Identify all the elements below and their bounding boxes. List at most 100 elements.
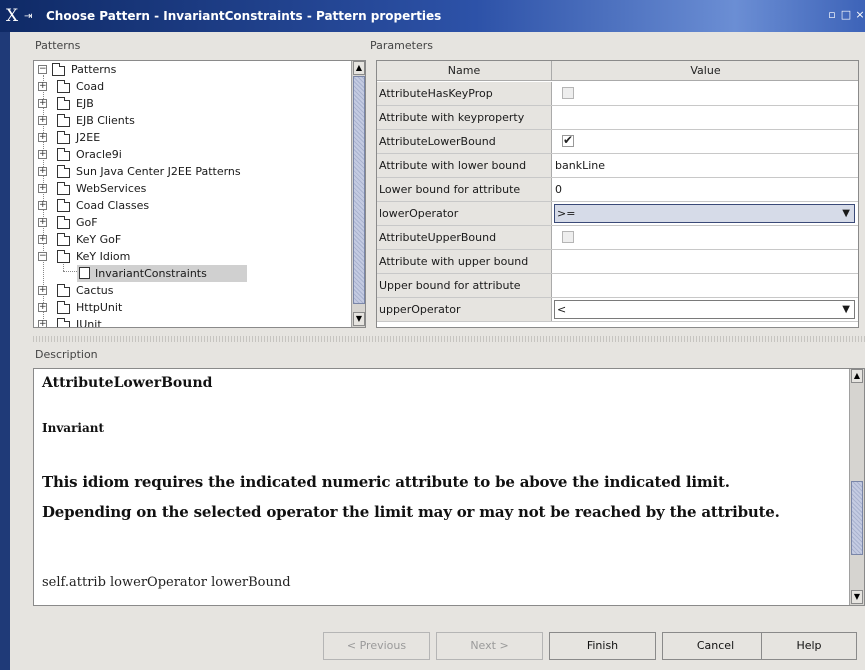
- folder-icon: [57, 131, 70, 144]
- select-value: >=: [557, 207, 576, 220]
- finish-button[interactable]: Finish: [549, 632, 656, 660]
- collapse-icon[interactable]: −: [38, 65, 47, 74]
- param-name: AttributeUpperBound: [377, 226, 552, 249]
- param-row: lowerOperator >= ▼: [377, 202, 858, 226]
- param-value-cell[interactable]: [552, 82, 858, 105]
- tree-label: HttpUnit: [76, 301, 123, 314]
- tree-label: Oracle9i: [76, 148, 122, 161]
- upper-bound-field[interactable]: [552, 274, 858, 297]
- param-name: lowerOperator: [377, 202, 552, 225]
- scroll-up-icon[interactable]: ▲: [851, 369, 863, 383]
- expand-icon[interactable]: +: [38, 235, 47, 244]
- tree-item-coad[interactable]: + Coad: [34, 78, 349, 95]
- close-icon[interactable]: ×: [854, 9, 865, 21]
- tree-root-patterns[interactable]: − Patterns: [34, 61, 349, 78]
- tree-label: EJB Clients: [76, 114, 135, 127]
- tree-label: Patterns: [71, 63, 117, 76]
- tree-item-key-idiom[interactable]: − KeY Idiom: [34, 248, 349, 265]
- tree-item-oracle9i[interactable]: + Oracle9i: [34, 146, 349, 163]
- param-row: Attribute with upper bound: [377, 250, 858, 274]
- param-name: Attribute with lower bound: [377, 154, 552, 177]
- window-menu-icon[interactable]: ⇥: [24, 11, 32, 22]
- column-header-value[interactable]: Value: [552, 61, 858, 81]
- tree-label: JUnit: [76, 318, 102, 328]
- split-pane-divider[interactable]: [33, 336, 865, 342]
- tree-item-gof[interactable]: + GoF: [34, 214, 349, 231]
- scroll-up-icon[interactable]: ▲: [353, 61, 365, 75]
- minimize-icon[interactable]: ▫: [826, 9, 838, 21]
- attribute-with-upper-bound-field[interactable]: [552, 250, 858, 273]
- tree-item-ejb[interactable]: + EJB: [34, 95, 349, 112]
- tree-label: Cactus: [76, 284, 114, 297]
- description-subtitle: Invariant: [42, 421, 105, 435]
- description-panel: AttributeLowerBound Invariant This idiom…: [33, 368, 865, 606]
- param-row: upperOperator < ▼: [377, 298, 858, 322]
- upper-operator-select[interactable]: < ▼: [554, 300, 855, 319]
- expand-icon[interactable]: +: [38, 303, 47, 312]
- param-name: Attribute with keyproperty: [377, 106, 552, 129]
- tree-item-ejb-clients[interactable]: + EJB Clients: [34, 112, 349, 129]
- app-logo-icon: X: [6, 6, 19, 26]
- attribute-with-keyproperty-field[interactable]: [552, 106, 858, 129]
- description-code: self.attrib lowerOperator lowerBound: [42, 575, 291, 590]
- tree-label: WebServices: [76, 182, 147, 195]
- scroll-down-icon[interactable]: ▼: [851, 590, 863, 604]
- tree-item-key-gof[interactable]: + KeY GoF: [34, 231, 349, 248]
- column-header-name[interactable]: Name: [377, 61, 552, 81]
- tree-item-webservices[interactable]: + WebServices: [34, 180, 349, 197]
- folder-icon: [57, 284, 70, 297]
- dropdown-arrow-icon[interactable]: ▼: [842, 301, 850, 318]
- param-value-cell[interactable]: ✔: [552, 130, 858, 153]
- expand-icon[interactable]: +: [38, 99, 47, 108]
- dropdown-arrow-icon[interactable]: ▼: [842, 205, 850, 222]
- title-bar[interactable]: X ⇥ Choose Pattern - InvariantConstraint…: [0, 0, 865, 32]
- attribute-lower-bound-checkbox[interactable]: ✔: [562, 133, 574, 147]
- scroll-thumb[interactable]: [353, 76, 365, 304]
- param-value-cell: < ▼: [552, 298, 858, 321]
- param-row: Attribute with lower bound bankLine: [377, 154, 858, 178]
- tree-item-httpunit[interactable]: + HttpUnit: [34, 299, 349, 316]
- lower-operator-select[interactable]: >= ▼: [554, 204, 855, 223]
- expand-icon[interactable]: +: [38, 133, 47, 142]
- help-button[interactable]: Help: [761, 632, 857, 660]
- param-name: upperOperator: [377, 298, 552, 321]
- scroll-down-icon[interactable]: ▼: [353, 312, 365, 326]
- folder-icon: [57, 148, 70, 161]
- expand-icon[interactable]: +: [38, 82, 47, 91]
- expand-icon[interactable]: +: [38, 320, 47, 327]
- folder-icon: [57, 233, 70, 246]
- param-value-cell[interactable]: [552, 226, 858, 249]
- folder-icon: [57, 318, 70, 327]
- tree-item-sun-java-center[interactable]: + Sun Java Center J2EE Patterns: [34, 163, 349, 180]
- tree-item-j2ee[interactable]: + J2EE: [34, 129, 349, 146]
- cancel-button[interactable]: Cancel: [662, 632, 769, 660]
- attribute-has-key-prop-checkbox[interactable]: [562, 87, 574, 99]
- expand-icon[interactable]: +: [38, 167, 47, 176]
- description-scrollbar[interactable]: ▲ ▼: [849, 369, 864, 605]
- expand-icon[interactable]: +: [38, 116, 47, 125]
- tree-item-coad-classes[interactable]: + Coad Classes: [34, 197, 349, 214]
- folder-icon: [57, 165, 70, 178]
- tree-scrollbar[interactable]: ▲ ▼: [351, 61, 365, 327]
- maximize-icon[interactable]: □: [840, 9, 852, 21]
- attribute-with-lower-bound-field[interactable]: bankLine: [552, 154, 858, 177]
- collapse-icon[interactable]: −: [38, 252, 47, 261]
- tree-item-invariantconstraints[interactable]: InvariantConstraints: [77, 265, 247, 282]
- expand-icon[interactable]: +: [38, 218, 47, 227]
- patterns-tree[interactable]: − Patterns + Coad + EJB + EJB Clients +: [33, 60, 366, 328]
- previous-button[interactable]: < Previous: [323, 632, 430, 660]
- tree-label: KeY Idiom: [76, 250, 131, 263]
- tree-item-cactus[interactable]: + Cactus: [34, 282, 349, 299]
- next-button[interactable]: Next >: [436, 632, 543, 660]
- expand-icon[interactable]: +: [38, 150, 47, 159]
- tree-label: InvariantConstraints: [95, 267, 207, 280]
- expand-icon[interactable]: +: [38, 286, 47, 295]
- expand-icon[interactable]: +: [38, 201, 47, 210]
- expand-icon[interactable]: +: [38, 184, 47, 193]
- param-row: AttributeUpperBound: [377, 226, 858, 250]
- lower-bound-field[interactable]: 0: [552, 178, 858, 201]
- scroll-thumb[interactable]: [851, 481, 863, 555]
- attribute-upper-bound-checkbox[interactable]: [562, 231, 574, 243]
- param-name: Upper bound for attribute: [377, 274, 552, 297]
- tree-item-junit[interactable]: + JUnit: [34, 316, 349, 328]
